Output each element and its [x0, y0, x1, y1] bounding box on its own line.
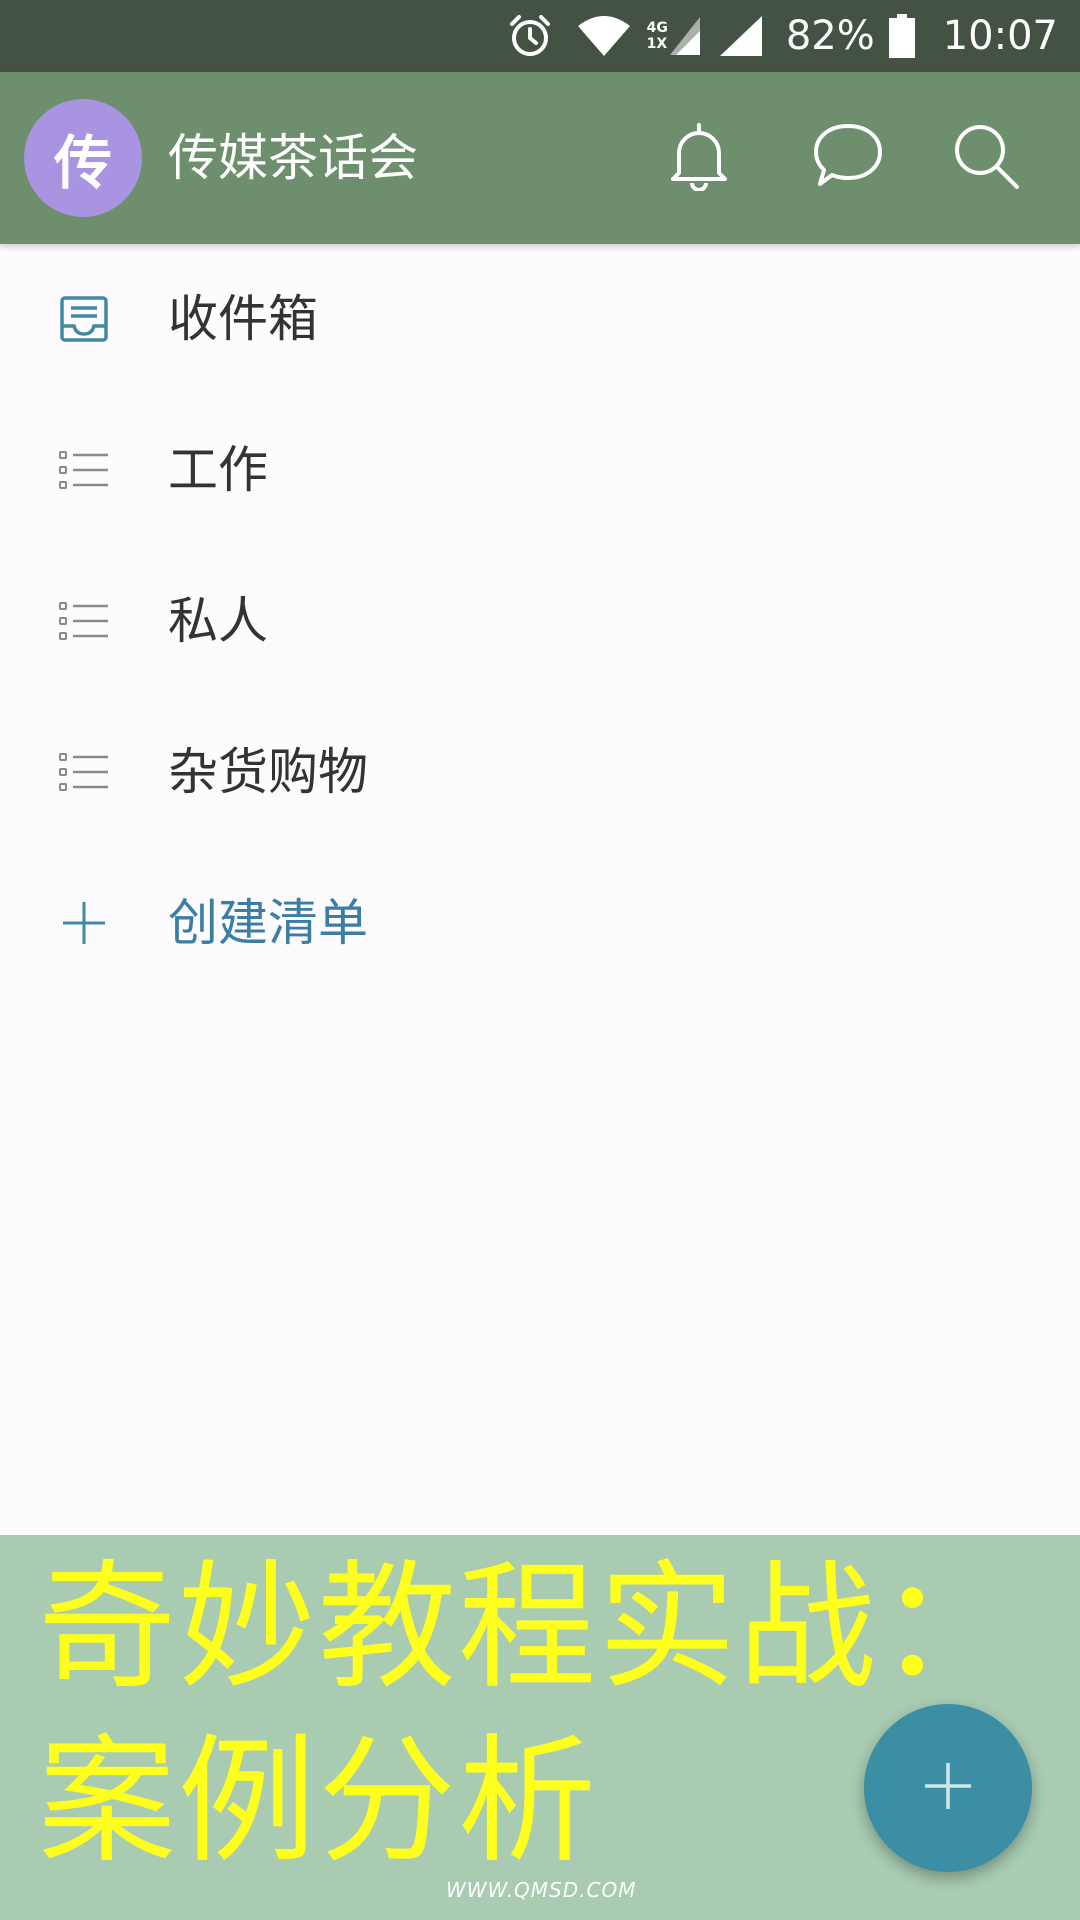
add-task-fab[interactable] — [864, 1704, 1032, 1872]
avatar[interactable]: 传 — [24, 99, 142, 217]
conversations-button[interactable] — [808, 118, 888, 198]
wifi-icon — [577, 14, 631, 58]
network-type-top: 4G — [646, 20, 668, 36]
screen: 4G 1X 82% 10:07 传 传媒茶话会 收件箱 工作 私人 杂货购物 创… — [0, 0, 1080, 1920]
create-list-button[interactable]: 创建清单 — [0, 848, 1080, 999]
battery-icon — [888, 14, 915, 58]
plus-icon — [922, 1760, 974, 1816]
list-item-work[interactable]: 工作 — [0, 395, 1080, 546]
bell-icon — [667, 121, 731, 195]
lists-menu: 收件箱 工作 私人 杂货购物 创建清单 — [0, 244, 1080, 999]
page-title[interactable]: 传媒茶话会 — [168, 128, 418, 188]
network-type-bottom: 1X — [646, 36, 668, 52]
plus-icon — [56, 898, 112, 948]
watermark: WWW.QMSD.COM — [446, 1878, 637, 1902]
list-item-label: 工作 — [168, 441, 268, 499]
create-list-label: 创建清单 — [168, 894, 368, 952]
inbox-icon — [56, 294, 112, 344]
battery-percent: 82% — [785, 13, 875, 59]
cellular-signal-icon — [719, 16, 762, 56]
list-icon — [56, 747, 112, 797]
list-item-groceries[interactable]: 杂货购物 — [0, 697, 1080, 848]
notifications-button[interactable] — [659, 118, 739, 198]
app-bar: 传 传媒茶话会 — [0, 72, 1080, 244]
list-icon — [56, 445, 112, 495]
cellular-4g-icon: 4G 1X — [647, 17, 700, 55]
status-bar: 4G 1X 82% 10:07 — [0, 0, 1080, 72]
alarm-icon — [507, 13, 553, 59]
search-button[interactable] — [946, 118, 1026, 198]
caption-line-2: 案例分析 — [38, 1721, 599, 1882]
clock: 10:07 — [942, 13, 1058, 59]
search-icon — [951, 121, 1021, 195]
chat-icon — [812, 122, 884, 194]
list-icon — [56, 596, 112, 646]
caption-line-1: 奇妙教程实战： — [38, 1547, 1019, 1708]
list-item-label: 收件箱 — [168, 290, 318, 348]
list-item-label: 杂货购物 — [168, 743, 368, 801]
list-item-inbox[interactable]: 收件箱 — [0, 244, 1080, 395]
list-item-label: 私人 — [168, 592, 268, 650]
list-item-personal[interactable]: 私人 — [0, 546, 1080, 697]
